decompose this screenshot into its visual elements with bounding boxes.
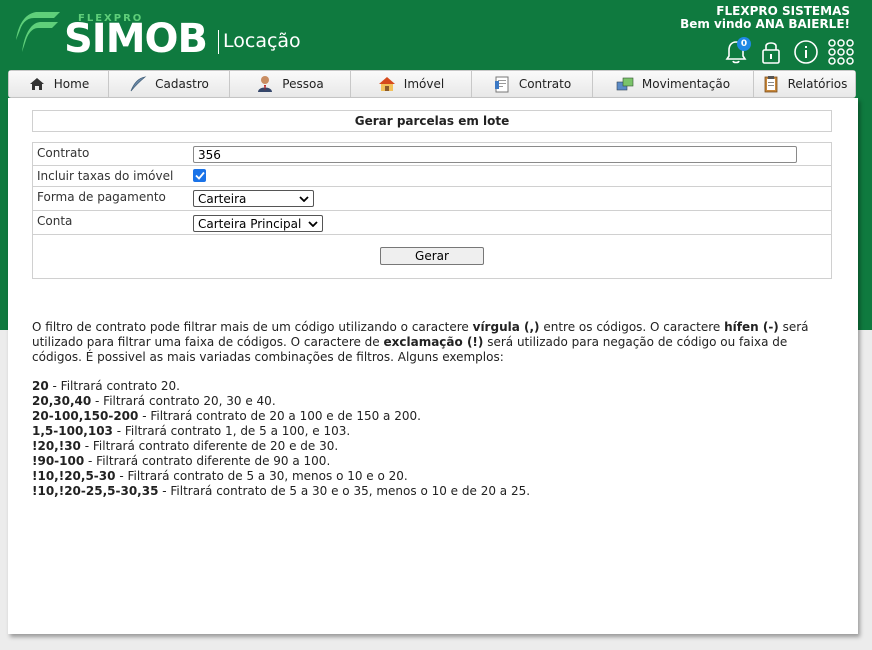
- example-desc: - Filtrará contrato de 5 a 30, menos o 1…: [115, 469, 408, 483]
- row-conta: Conta Carteira Principal: [33, 211, 831, 235]
- main-nav: Home Cadastro Pessoa Imóvel Contrato Mov…: [8, 70, 856, 98]
- chevron-down-icon: [299, 195, 309, 202]
- simob-logo[interactable]: FLEXPRO SIMOB Locação: [14, 10, 314, 62]
- example-desc: - Filtrará contrato de 20 a 100 e de 150…: [138, 409, 421, 423]
- filter-examples: 20 - Filtrará contrato 20. 20,30,40 - Fi…: [32, 379, 832, 499]
- logo-swoosh-icon: [16, 12, 60, 52]
- nav-imovel[interactable]: Imóvel: [351, 71, 472, 97]
- app-header: FLEXPRO SIMOB Locação FLEXPRO SISTEMAS B…: [0, 0, 872, 70]
- example-code: !10,!20,5-30: [32, 469, 116, 483]
- contract-document-icon: [493, 75, 511, 93]
- conta-select[interactable]: Carteira Principal: [193, 215, 323, 232]
- example-item: !10,!20,5-30 - Filtrará contrato de 5 a …: [32, 469, 832, 484]
- page-title: Gerar parcelas em lote: [32, 110, 832, 132]
- home-icon: [28, 75, 46, 93]
- logo-separator: [218, 30, 219, 54]
- row-taxas: Incluir taxas do imóvel: [33, 166, 831, 187]
- help-text-2: entre os códigos. O caractere: [539, 320, 725, 334]
- example-item: !90-100 - Filtrará contrato diferente de…: [32, 454, 832, 469]
- nav-pessoa-label: Pessoa: [282, 77, 324, 91]
- gerar-button[interactable]: Gerar: [380, 247, 484, 265]
- example-item: !10,!20-25,5-30,35 - Filtrará contrato d…: [32, 484, 832, 499]
- help-bold-exclamation: exclamação (!): [383, 335, 484, 349]
- nav-imovel-label: Imóvel: [403, 77, 445, 91]
- help-bold-hyphen: hífen (-): [724, 320, 779, 334]
- nav-home-label: Home: [53, 77, 90, 91]
- example-code: 20,30,40: [32, 394, 92, 408]
- example-item: 20-100,150-200 - Filtrará contrato de 20…: [32, 409, 832, 424]
- main-content: Gerar parcelas em lote Contrato Incluir …: [8, 98, 858, 634]
- welcome-message: Bem vindo ANA BAIERLE!: [680, 17, 850, 31]
- chevron-down-icon: [308, 220, 318, 227]
- example-code: !90-100: [32, 454, 85, 468]
- apps-grid-icon: [828, 39, 854, 65]
- example-desc: - Filtrará contrato diferente de 20 e de…: [80, 439, 339, 453]
- row-contrato: Contrato: [33, 143, 831, 166]
- info-icon: [794, 40, 818, 64]
- apps-button[interactable]: [828, 38, 854, 66]
- lock-icon: [762, 42, 780, 64]
- feather-pen-icon: [129, 75, 147, 93]
- example-desc: - Filtrará contrato 20.: [48, 379, 180, 393]
- conta-value: Carteira Principal: [198, 216, 302, 231]
- contrato-label: Contrato: [37, 146, 90, 160]
- nav-movimentacao-label: Movimentação: [641, 77, 731, 91]
- nav-relatorios[interactable]: Relatórios: [754, 71, 855, 97]
- example-code: 20-100,150-200: [32, 409, 139, 423]
- help-text-1: O filtro de contrato pode filtrar mais d…: [32, 320, 473, 334]
- nav-movimentacao[interactable]: Movimentação: [593, 71, 754, 97]
- filter-help-text: O filtro de contrato pode filtrar mais d…: [32, 320, 832, 499]
- example-code: !10,!20-25,5-30,35: [32, 484, 159, 498]
- logo-module-text: Locação: [223, 30, 301, 52]
- example-code: 20: [32, 379, 49, 393]
- clipboard-report-icon: [762, 75, 780, 93]
- checkmark-icon: [194, 171, 205, 180]
- help-bold-comma: vírgula (,): [472, 320, 540, 334]
- notification-count-badge: 0: [737, 37, 751, 51]
- forma-pagamento-value: Carteira: [198, 191, 247, 206]
- forma-pagamento-select[interactable]: Carteira: [193, 190, 314, 207]
- example-code: 1,5-100,103: [32, 424, 113, 438]
- batch-installments-form: Contrato Incluir taxas do imóvel Forma d…: [32, 142, 832, 279]
- nav-pessoa[interactable]: Pessoa: [230, 71, 351, 97]
- user-info: FLEXPRO SISTEMAS Bem vindo ANA BAIERLE!: [680, 5, 850, 31]
- logo-simob-text: SIMOB: [64, 16, 208, 62]
- example-item: 1,5-100,103 - Filtrará contrato 1, de 5 …: [32, 424, 832, 439]
- transfer-icon: [616, 75, 634, 93]
- example-code: !20,!30: [32, 439, 81, 453]
- example-desc: - Filtrará contrato 1, de 5 a 100, e 103…: [112, 424, 351, 438]
- conta-label: Conta: [37, 214, 73, 228]
- example-item: 20,30,40 - Filtrará contrato 20, 30 e 40…: [32, 394, 832, 409]
- lock-button[interactable]: [758, 38, 784, 66]
- forma-pagamento-label: Forma de pagamento: [37, 190, 166, 204]
- taxas-label: Incluir taxas do imóvel: [37, 169, 174, 183]
- header-icons: 0: [723, 37, 854, 66]
- house-icon: [378, 75, 396, 93]
- help-paragraph: O filtro de contrato pode filtrar mais d…: [32, 320, 832, 365]
- nav-cadastro[interactable]: Cadastro: [109, 71, 230, 97]
- contrato-input[interactable]: [193, 146, 797, 163]
- info-button[interactable]: [793, 38, 819, 66]
- notifications-button[interactable]: 0: [723, 37, 751, 66]
- nav-contrato-label: Contrato: [518, 77, 572, 91]
- example-item: 20 - Filtrará contrato 20.: [32, 379, 832, 394]
- incluir-taxas-checkbox[interactable]: [193, 169, 206, 182]
- example-item: !20,!30 - Filtrará contrato diferente de…: [32, 439, 832, 454]
- example-desc: - Filtrará contrato 20, 30 e 40.: [91, 394, 276, 408]
- row-forma-pagamento: Forma de pagamento Carteira: [33, 187, 831, 211]
- nav-relatorios-label: Relatórios: [787, 77, 848, 91]
- example-desc: - Filtrará contrato diferente de 90 a 10…: [84, 454, 331, 468]
- nav-cadastro-label: Cadastro: [155, 77, 209, 91]
- nav-home[interactable]: Home: [9, 71, 109, 97]
- example-desc: - Filtrará contrato de 5 a 30 e o 35, me…: [158, 484, 531, 498]
- person-icon: [256, 75, 274, 93]
- nav-contrato[interactable]: Contrato: [472, 71, 593, 97]
